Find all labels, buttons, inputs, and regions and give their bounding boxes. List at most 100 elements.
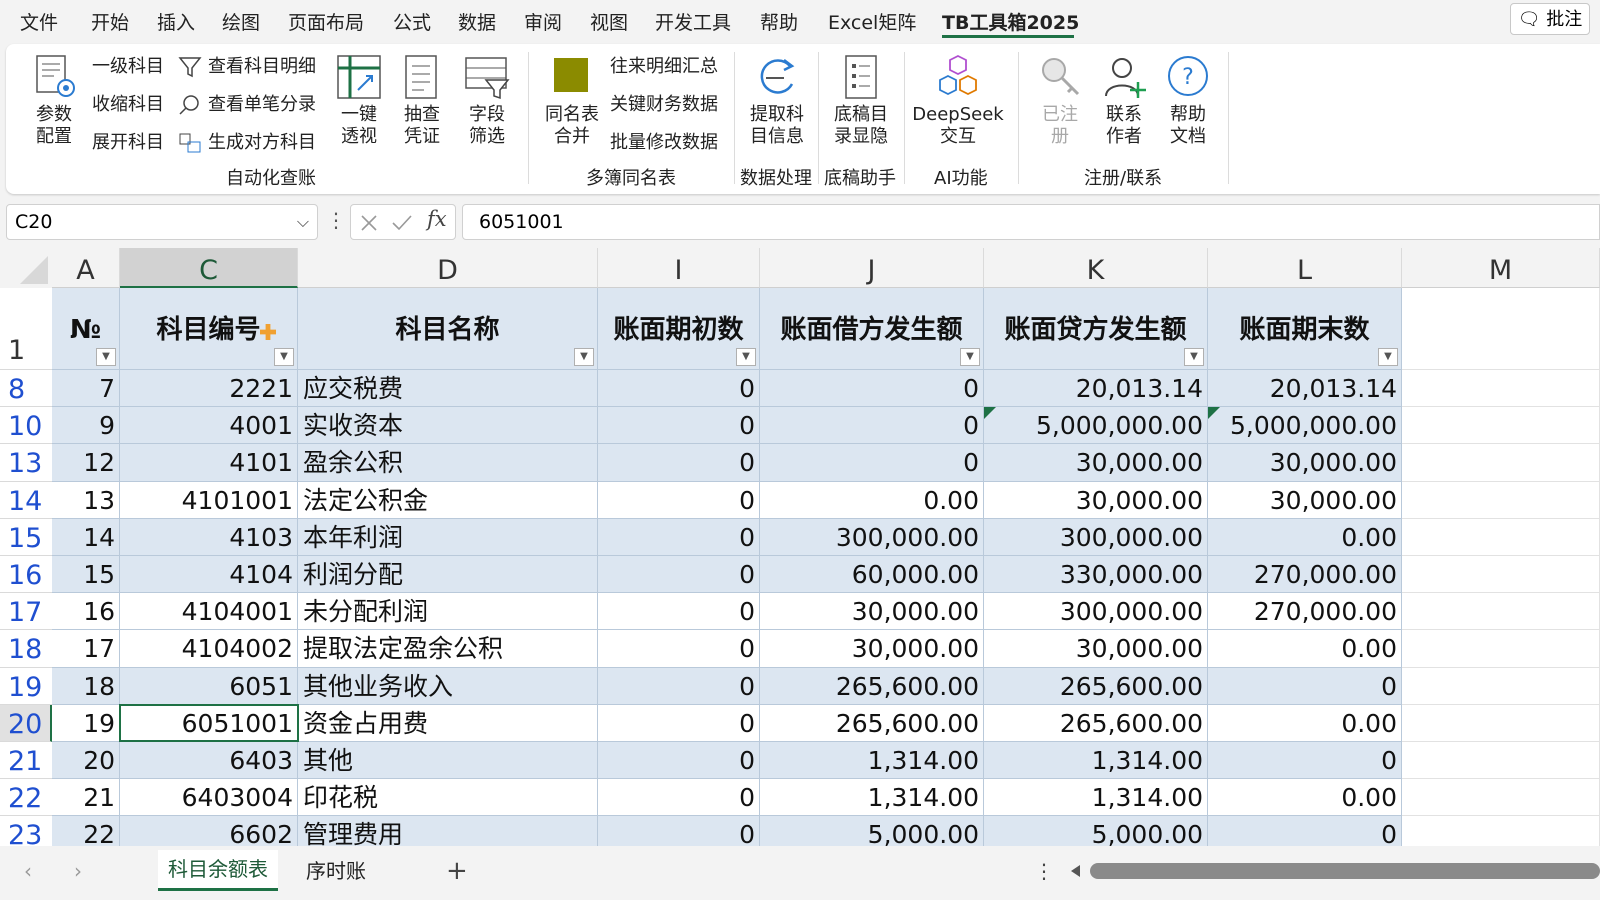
- cell-no[interactable]: 21: [52, 779, 120, 816]
- error-indicator-icon[interactable]: [984, 407, 996, 419]
- cell-debit-amount[interactable]: 60,000.00: [760, 556, 984, 593]
- cell-closing-balance[interactable]: 0.00: [1208, 779, 1402, 816]
- merge-same-name-button[interactable]: 同名表合并: [544, 104, 600, 148]
- cell-closing-balance[interactable]: 30,000.00: [1208, 482, 1402, 519]
- empty-cell[interactable]: [1402, 407, 1600, 444]
- registered-button[interactable]: 已注册: [1040, 104, 1080, 148]
- filter-dropdown-icon[interactable]: ▼: [736, 348, 756, 366]
- comments-button[interactable]: 🗨 批注: [1510, 3, 1590, 35]
- row-header-19[interactable]: 19: [0, 668, 52, 705]
- column-header-a[interactable]: A: [52, 248, 120, 288]
- add-sheet-button[interactable]: +: [446, 850, 468, 892]
- column-header-k[interactable]: K: [984, 248, 1208, 288]
- cell-subject-name[interactable]: 法定公积金: [298, 482, 598, 519]
- cell-subject-name[interactable]: 实收资本: [298, 407, 598, 444]
- row-header-22[interactable]: 22: [0, 779, 52, 816]
- cell-subject-name[interactable]: 提取法定盈余公积: [298, 630, 598, 668]
- cell-debit-amount[interactable]: 265,600.00: [760, 668, 984, 705]
- row-header-10[interactable]: 10: [0, 407, 52, 444]
- header-subject-code[interactable]: 科目编号 ▼: [120, 288, 298, 370]
- level1-subject-button[interactable]: 一级科目: [92, 56, 164, 78]
- column-header-c[interactable]: C: [120, 248, 298, 288]
- name-box[interactable]: C20 ⌵: [6, 204, 318, 240]
- row-header-16[interactable]: 16: [0, 556, 52, 593]
- cell-opening-balance[interactable]: 0: [598, 556, 760, 593]
- field-filter-button[interactable]: 字段筛选: [464, 104, 510, 148]
- header-closing-balance[interactable]: 账面期末数 ▼: [1208, 288, 1402, 370]
- row-header-17[interactable]: 17: [0, 593, 52, 630]
- menu-view[interactable]: 视图: [590, 8, 628, 35]
- check-icon[interactable]: [391, 213, 413, 233]
- cell-no[interactable]: 9: [52, 407, 120, 444]
- cell-opening-balance[interactable]: 0: [598, 482, 760, 519]
- empty-cell[interactable]: [1402, 705, 1600, 742]
- chevron-down-icon[interactable]: ⌵: [297, 205, 309, 239]
- cell-subject-name[interactable]: 应交税费: [298, 370, 598, 407]
- cell-no[interactable]: 18: [52, 668, 120, 705]
- cell-credit-amount[interactable]: 265,600.00: [984, 668, 1208, 705]
- cell-credit-amount[interactable]: 300,000.00: [984, 519, 1208, 556]
- cell-closing-balance[interactable]: 20,013.14: [1208, 370, 1402, 407]
- cell-credit-amount[interactable]: 1,314.00: [984, 742, 1208, 779]
- header-opening-balance[interactable]: 账面期初数 ▼: [598, 288, 760, 370]
- row-header-8[interactable]: 8: [0, 370, 52, 407]
- menu-file[interactable]: 文件: [20, 8, 58, 35]
- more-vertical-icon[interactable]: ⋮: [326, 208, 346, 232]
- cell-no[interactable]: 15: [52, 556, 120, 593]
- cell-subject-code[interactable]: 4101: [120, 444, 298, 482]
- cell-opening-balance[interactable]: 0: [598, 444, 760, 482]
- empty-cell[interactable]: [1402, 370, 1600, 407]
- cell-no[interactable]: 22: [52, 816, 120, 846]
- row-header-14[interactable]: 14: [0, 482, 52, 519]
- cell-closing-balance[interactable]: 270,000.00: [1208, 556, 1402, 593]
- cell-subject-code[interactable]: 4104002: [120, 630, 298, 668]
- cell-closing-balance[interactable]: 5,000,000.00: [1208, 407, 1402, 444]
- cell-debit-amount[interactable]: 300,000.00: [760, 519, 984, 556]
- filter-dropdown-icon[interactable]: ▼: [96, 348, 116, 366]
- insert-function-icon[interactable]: fx: [427, 207, 447, 231]
- row-header-18[interactable]: 18: [0, 630, 52, 668]
- cell-debit-amount[interactable]: 5,000.00: [760, 816, 984, 846]
- filter-dropdown-icon[interactable]: ▼: [1184, 348, 1204, 366]
- cell-no[interactable]: 12: [52, 444, 120, 482]
- cell-credit-amount[interactable]: 30,000.00: [984, 630, 1208, 668]
- column-header-l[interactable]: L: [1208, 248, 1402, 288]
- cell-credit-amount[interactable]: 30,000.00: [984, 444, 1208, 482]
- row-header-20[interactable]: 20: [0, 705, 52, 742]
- cell-subject-code[interactable]: 6051: [120, 668, 298, 705]
- scroll-tabs-right-icon[interactable]: ›: [74, 850, 82, 892]
- filter-dropdown-icon[interactable]: ▼: [574, 348, 594, 366]
- cell-no[interactable]: 7: [52, 370, 120, 407]
- row-header-23[interactable]: 23: [0, 816, 52, 846]
- empty-cell[interactable]: [1402, 742, 1600, 779]
- cell-subject-name[interactable]: 利润分配: [298, 556, 598, 593]
- cell-opening-balance[interactable]: 0: [598, 407, 760, 444]
- menu-help[interactable]: 帮助: [760, 8, 798, 35]
- row-header-1[interactable]: 1: [0, 288, 52, 370]
- cell-subject-name[interactable]: 其他: [298, 742, 598, 779]
- cell-subject-code[interactable]: 4001: [120, 407, 298, 444]
- empty-cell[interactable]: [1402, 816, 1600, 846]
- formula-input[interactable]: 6051001: [462, 204, 1600, 240]
- cell-subject-code[interactable]: 2221: [120, 370, 298, 407]
- error-indicator-icon[interactable]: [1208, 407, 1220, 419]
- empty-cell[interactable]: [1402, 519, 1600, 556]
- cell-debit-amount[interactable]: 30,000.00: [760, 593, 984, 630]
- cell-subject-code[interactable]: 6602: [120, 816, 298, 846]
- cell-credit-amount[interactable]: 5,000.00: [984, 816, 1208, 846]
- cell-subject-code[interactable]: 4101001: [120, 482, 298, 519]
- cell-no[interactable]: 16: [52, 593, 120, 630]
- column-header-d[interactable]: D: [298, 248, 598, 288]
- column-header-m[interactable]: M: [1402, 248, 1600, 288]
- cell-opening-balance[interactable]: 0: [598, 779, 760, 816]
- cell-debit-amount[interactable]: 30,000.00: [760, 630, 984, 668]
- cell-subject-code[interactable]: 4103: [120, 519, 298, 556]
- cell-closing-balance[interactable]: 0: [1208, 816, 1402, 846]
- cell-debit-amount[interactable]: 0: [760, 444, 984, 482]
- empty-cell[interactable]: [1402, 482, 1600, 519]
- batch-modify-data-button[interactable]: 批量修改数据: [610, 132, 718, 154]
- empty-cell[interactable]: [1402, 630, 1600, 668]
- cell-closing-balance[interactable]: 0.00: [1208, 519, 1402, 556]
- cell-credit-amount[interactable]: 265,600.00: [984, 705, 1208, 742]
- params-config-button[interactable]: 参数配置: [30, 104, 78, 148]
